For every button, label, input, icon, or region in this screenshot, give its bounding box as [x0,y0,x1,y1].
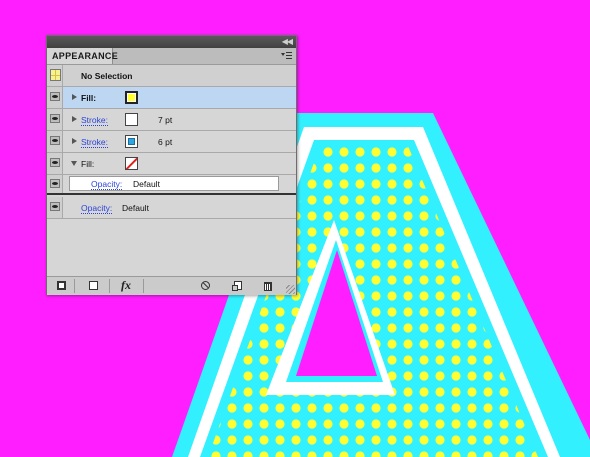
opacity-value[interactable]: Default [122,203,149,213]
panel-bottom-toolbar: fx [47,276,296,295]
stroke-row-white[interactable]: Stroke: 7 pt [47,109,296,131]
visibility-eye-icon[interactable] [50,114,60,123]
expand-triangle-icon[interactable] [72,94,77,100]
tab-appearance[interactable]: APPEARANCE [47,48,118,64]
duplicate-item-button[interactable] [231,280,245,292]
stroke-row-cyan[interactable]: Stroke: 6 pt [47,131,296,153]
fx-icon: fx [121,278,131,292]
stroke-label[interactable]: Stroke: [81,115,108,126]
selection-label: No Selection [81,71,133,81]
visibility-eye-icon[interactable] [50,136,60,145]
delete-item-button[interactable] [261,280,275,292]
add-new-effect-button[interactable]: fx [119,278,137,292]
opacity-row[interactable]: Opacity: Default [47,197,296,219]
visibility-eye-icon[interactable] [50,92,60,101]
stroke-swatch-cyan[interactable] [125,135,138,148]
fill-row[interactable]: Fill: [47,87,296,109]
opacity-value[interactable]: Default [133,179,160,189]
fill-label[interactable]: Fill: [81,93,96,103]
object-thumbnail-icon [50,69,61,81]
stroke-square-icon [57,281,66,290]
fill-swatch-yellow[interactable] [125,91,138,104]
stroke-label[interactable]: Stroke: [81,137,108,148]
panel-titlebar[interactable]: ◀◀ [47,36,296,48]
clear-circle-icon [201,281,210,290]
fill-square-icon [89,281,98,290]
expand-triangle-icon[interactable] [72,116,77,122]
fill-row-none[interactable]: Fill: [47,153,296,175]
stroke-swatch-white[interactable] [125,113,138,126]
visibility-eye-icon[interactable] [50,179,60,188]
panel-menu-icon[interactable] [281,51,292,60]
selection-header-row: No Selection [47,65,296,87]
duplicate-icon [232,281,242,291]
panel-tab-row: APPEARANCE [47,48,296,65]
collapse-panel-icon[interactable]: ◀◀ [282,37,293,47]
visibility-eye-icon[interactable] [50,202,60,211]
fill-label[interactable]: Fill: [81,159,94,169]
resize-grip-icon[interactable] [286,285,295,294]
collapse-triangle-icon[interactable] [71,161,77,166]
expand-triangle-icon[interactable] [72,138,77,144]
add-new-stroke-button[interactable] [55,280,69,292]
trash-icon [264,282,272,291]
appearance-panel: ◀◀ APPEARANCE No Selection Fill: Stroke:… [46,35,297,295]
stroke-weight[interactable]: 7 pt [158,115,172,125]
fill-swatch-none[interactable] [125,157,138,170]
add-new-fill-button[interactable] [87,280,101,292]
opacity-label[interactable]: Opacity: [91,179,123,190]
opacity-label[interactable]: Opacity: [81,203,113,214]
visibility-eye-icon[interactable] [50,158,60,167]
fill-opacity-row[interactable]: Opacity: Default [47,175,296,195]
stroke-weight[interactable]: 6 pt [158,137,172,147]
clear-appearance-button[interactable] [199,280,213,292]
